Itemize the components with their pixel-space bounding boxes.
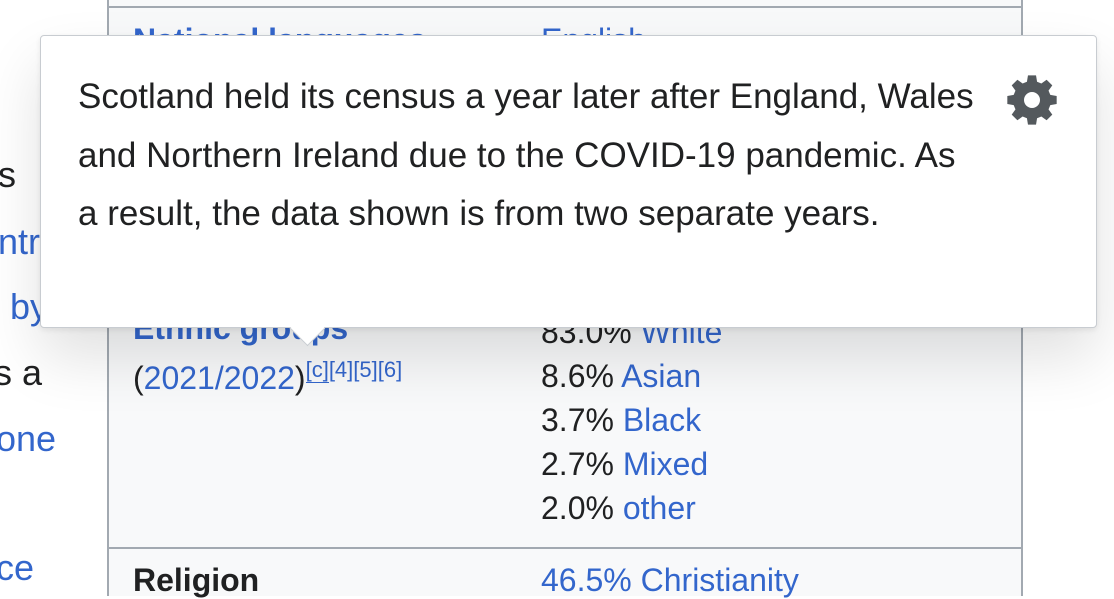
religion-value[interactable]: 46.5% Christianity [541,562,799,599]
gear-icon[interactable] [1004,72,1060,128]
article-link-fragment[interactable]: one [0,419,56,459]
article-text-fragment: s [0,154,16,195]
ethnic-group-row: 2.0% other [541,486,722,530]
ethnic-group-percent: 3.7% [541,402,614,438]
ethnic-groups-years: (2021/2022)[c][4][5][6] [133,357,403,396]
ethnic-group-percent: 2.0% [541,490,614,526]
article-text-fragment: s a [0,352,43,393]
ethnic-group-link[interactable]: Black [623,402,701,438]
ethnic-group-percent: 8.6% [541,358,614,394]
note-c-link[interactable]: [c] [305,357,329,383]
ref-6-link[interactable]: [6] [378,357,402,382]
census-year-link[interactable]: 2021/2022 [144,360,295,396]
ethnic-group-percent: 2.7% [541,446,614,482]
reference-superscripts: [c][4][5][6] [305,357,402,383]
ethnic-group-link[interactable]: Asian [621,358,701,394]
article-link-fragment[interactable]: ce [0,548,34,588]
article-link-fragment[interactable]: ntr [0,222,40,262]
popup-note-text: Scotland held its census a year later af… [78,77,974,233]
ethnic-groups-values: 83.0% White 8.6% Asian 3.7% Black 2.7% M… [541,310,722,530]
ref-4-link[interactable]: [4] [329,357,353,382]
infobox-divider [109,6,1021,8]
ethnic-group-row: 8.6% Asian [541,354,722,398]
ethnic-group-link[interactable]: Mixed [623,446,708,482]
ethnic-group-row: 3.7% Black [541,398,722,442]
religion-label[interactable]: Religion [133,562,259,599]
ethnic-group-row: 2.7% Mixed [541,442,722,486]
reference-preview-popup: Scotland held its census a year later af… [40,35,1097,328]
ethnic-group-link[interactable]: other [623,490,696,526]
ref-5-link[interactable]: [5] [353,357,377,382]
infobox-divider [109,547,1021,549]
